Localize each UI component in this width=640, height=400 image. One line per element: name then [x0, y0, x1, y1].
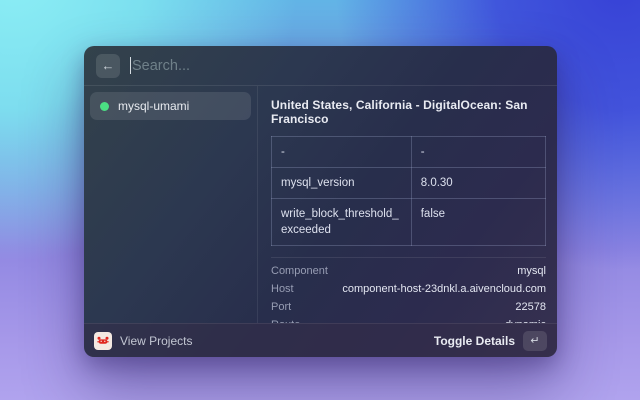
action-bar: View Projects Toggle Details ↵ [84, 323, 557, 357]
status-dot-icon [100, 101, 109, 111]
toggle-details-action[interactable]: Toggle Details ↵ [433, 330, 547, 351]
search-field-wrap [130, 57, 545, 74]
results-list: mysql-umami [84, 86, 258, 323]
detail-table: - - mysql_version 8.0.30 write_block_thr… [271, 135, 547, 247]
table-cell-value: - [410, 135, 547, 169]
property-label: Port [271, 301, 292, 314]
property-row: Component mysql [271, 262, 546, 280]
text-caret [130, 57, 131, 74]
table-cell-value: false [410, 198, 547, 247]
properties-list: Component mysql Host component-host-23dn… [271, 262, 546, 323]
property-row: Route dynamic [271, 316, 546, 323]
table-cell-value: 8.0.30 [410, 167, 547, 200]
back-arrow-icon: ← [101, 58, 115, 73]
view-projects-label: View Projects [120, 333, 193, 348]
table-row: mysql_version 8.0.30 [271, 167, 547, 200]
command-palette-window: ← mysql-umami United States, California … [84, 46, 557, 357]
aiven-crab-icon [94, 331, 112, 350]
property-value: component-host-23dnkl.a.aivencloud.com [342, 283, 546, 296]
property-row: Port 22578 [271, 298, 546, 316]
table-cell-key: - [271, 135, 412, 169]
return-key-icon: ↵ [530, 335, 540, 347]
back-button[interactable]: ← [96, 53, 120, 78]
list-item-label: mysql-umami [118, 99, 190, 113]
desktop-background: { "search": { "placeholder": "Search..."… [0, 0, 640, 400]
section-divider [271, 257, 546, 259]
table-row: write_block_threshold_exceeded false [271, 198, 547, 247]
detail-title: United States, California - DigitalOcean… [271, 98, 528, 126]
properties-section: Component mysql Host component-host-23dn… [271, 257, 546, 323]
detail-panel: United States, California - DigitalOcean… [258, 86, 557, 323]
crab-glyph [97, 336, 109, 344]
table-cell-key: write_block_threshold_exceeded [271, 198, 412, 247]
view-projects-action[interactable]: View Projects [94, 331, 193, 350]
property-value: 22578 [515, 301, 546, 314]
property-value: mysql [517, 265, 546, 278]
property-label: Host [271, 283, 294, 296]
content-area: mysql-umami United States, California - … [84, 86, 557, 323]
property-label: Component [271, 265, 328, 278]
table-row: - - [271, 135, 547, 169]
search-input[interactable] [132, 57, 545, 74]
list-item[interactable]: mysql-umami [90, 92, 251, 120]
search-bar: ← [84, 46, 557, 86]
toggle-details-label: Toggle Details [433, 333, 515, 348]
enter-keycap: ↵ [523, 330, 547, 351]
table-cell-key: mysql_version [271, 167, 412, 200]
property-row: Host component-host-23dnkl.a.aivencloud.… [271, 280, 546, 298]
